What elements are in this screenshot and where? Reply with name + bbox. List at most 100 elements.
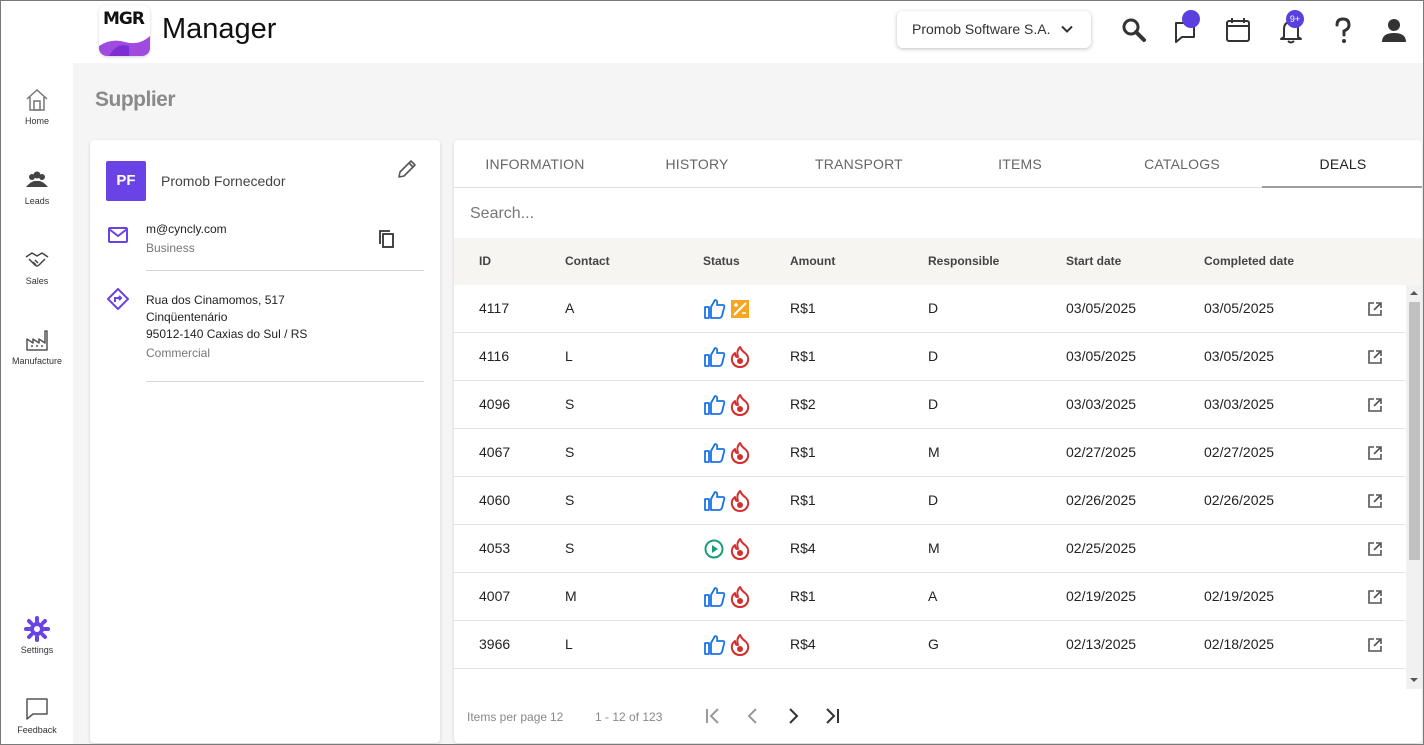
cell-id: 4067	[479, 444, 511, 460]
table-row[interactable]: 4096 S R$2 D 03/03/2025 03/03/2025	[454, 381, 1406, 429]
status-cell	[703, 585, 753, 609]
status-cell	[703, 633, 753, 657]
chat-button[interactable]	[1172, 10, 1202, 45]
page-range: 1 - 12 of 123	[595, 710, 663, 724]
items-per-page-select[interactable]: 12	[550, 710, 563, 724]
thumbs-up-icon	[703, 345, 727, 374]
column-header-contact[interactable]: Contact	[565, 254, 610, 268]
account-icon[interactable]	[1379, 15, 1409, 45]
app-logo[interactable]: MGR	[99, 5, 150, 56]
next-page-icon[interactable]	[782, 705, 804, 727]
table-row[interactable]: 3966 L R$4 G 02/13/2025 02/18/2025	[454, 621, 1406, 669]
nav-item-leads[interactable]: Leads	[1, 167, 73, 206]
table-row[interactable]: 4007 M R$1 A 02/19/2025 02/19/2025	[454, 573, 1406, 621]
divider	[146, 381, 424, 382]
column-header-status[interactable]: Status	[703, 254, 740, 268]
edit-icon[interactable]	[395, 157, 419, 181]
open-in-new-icon[interactable]	[1366, 636, 1384, 654]
thumbs-up-icon	[703, 489, 727, 518]
column-header-id[interactable]: ID	[479, 254, 491, 268]
search-icon[interactable]	[1119, 15, 1149, 45]
cell-completed: 02/27/2025	[1204, 444, 1275, 460]
help-icon[interactable]	[1328, 15, 1358, 45]
supplier-email[interactable]: m@cyncly.com	[146, 222, 227, 236]
cell-amount: R$1	[790, 492, 816, 508]
cell-responsible: M	[928, 540, 940, 556]
chat-badge	[1182, 10, 1200, 28]
first-page-icon[interactable]	[702, 705, 724, 727]
tab-information[interactable]: INFORMATION	[454, 140, 616, 188]
cell-start: 03/05/2025	[1066, 300, 1137, 316]
nav-item-feedback[interactable]: Feedback	[1, 696, 73, 735]
company-selector[interactable]: Promob Software S.A.	[897, 11, 1091, 48]
people-icon	[26, 171, 48, 187]
calendar-icon[interactable]	[1223, 15, 1253, 45]
open-in-new-icon[interactable]	[1366, 492, 1384, 510]
status-cell	[703, 537, 753, 561]
handshake-icon	[25, 252, 49, 267]
cell-id: 3966	[479, 636, 511, 652]
open-in-new-icon[interactable]	[1366, 300, 1384, 318]
supplier-avatar: PF	[106, 161, 146, 201]
divider	[146, 270, 424, 271]
cell-contact: S	[565, 444, 575, 460]
scroll-down-icon[interactable]	[1410, 676, 1418, 684]
column-header-responsible[interactable]: Responsible	[928, 254, 999, 268]
email-type: Business	[146, 241, 195, 255]
cell-id: 4116	[479, 348, 510, 364]
tab-deals[interactable]: DEALS	[1262, 140, 1422, 188]
nav-item-home[interactable]: Home	[1, 87, 73, 126]
last-page-icon[interactable]	[821, 705, 843, 727]
directions-icon	[107, 288, 129, 310]
scroll-thumb[interactable]	[1409, 302, 1420, 560]
table-row[interactable]: 4053 S R$4 M 02/25/2025	[454, 525, 1406, 573]
deals-panel: INFORMATION HISTORY TRANSPORT ITEMS CATA…	[454, 140, 1422, 743]
nav-item-manufacture[interactable]: Manufacture	[1, 327, 73, 366]
cell-amount: R$4	[790, 540, 816, 556]
table-row[interactable]	[454, 669, 1406, 689]
column-header-start-date[interactable]: Start date	[1066, 254, 1121, 268]
status-cell	[703, 441, 753, 465]
hot-icon	[729, 345, 751, 374]
cell-id: 4060	[479, 492, 511, 508]
cell-start: 03/05/2025	[1066, 348, 1137, 364]
notifications-button[interactable]: 9+	[1276, 10, 1306, 45]
search-input[interactable]	[456, 190, 1420, 238]
nav-item-settings[interactable]: Settings	[1, 616, 73, 655]
table-scrollbar[interactable]	[1406, 285, 1422, 689]
cell-completed: 03/05/2025	[1204, 300, 1275, 316]
home-icon	[26, 88, 48, 111]
tab-items[interactable]: ITEMS	[939, 140, 1101, 188]
supplier-card: PF Promob Fornecedor m@cyncly.com Busine…	[90, 140, 440, 743]
table-body: 4117 A R$1 D 03/05/2025 03/05/2025 4116 L R$1 D 03…	[454, 285, 1406, 689]
table-row[interactable]: 4067 S R$1 M 02/27/2025 02/27/2025	[454, 429, 1406, 477]
table-row[interactable]: 4060 S R$1 D 02/26/2025 02/26/2025	[454, 477, 1406, 525]
nav-item-sales[interactable]: Sales	[1, 247, 73, 286]
column-header-completed-date[interactable]: Completed date	[1204, 254, 1294, 268]
table-row[interactable]: 4117 A R$1 D 03/05/2025 03/05/2025	[454, 285, 1406, 333]
previous-page-icon[interactable]	[742, 705, 764, 727]
open-in-new-icon[interactable]	[1366, 444, 1384, 462]
open-in-new-icon[interactable]	[1366, 540, 1384, 558]
open-in-new-icon[interactable]	[1366, 588, 1384, 606]
cell-contact: A	[565, 300, 575, 316]
logo-text: MGR	[103, 9, 145, 29]
thumbs-up-icon	[703, 585, 727, 614]
nav-label-manufacture: Manufacture	[11, 356, 63, 366]
page-title: Supplier	[95, 88, 176, 111]
nav-label-settings: Settings	[20, 645, 54, 655]
open-in-new-icon[interactable]	[1366, 348, 1384, 366]
tab-catalogs[interactable]: CATALOGS	[1101, 140, 1263, 188]
copy-icon[interactable]	[377, 229, 397, 249]
scroll-up-icon[interactable]	[1410, 289, 1418, 297]
tab-history[interactable]: HISTORY	[616, 140, 778, 188]
thumbs-up-icon	[703, 441, 727, 470]
cell-completed: 02/19/2025	[1204, 588, 1275, 604]
column-header-amount[interactable]: Amount	[790, 254, 835, 268]
open-in-new-icon[interactable]	[1366, 396, 1384, 414]
hot-icon	[729, 585, 751, 614]
table-row[interactable]: 4116 L R$1 D 03/05/2025 03/05/2025	[454, 333, 1406, 381]
cell-responsible: D	[928, 300, 939, 316]
tab-transport[interactable]: TRANSPORT	[778, 140, 940, 188]
cell-contact: S	[565, 492, 575, 508]
